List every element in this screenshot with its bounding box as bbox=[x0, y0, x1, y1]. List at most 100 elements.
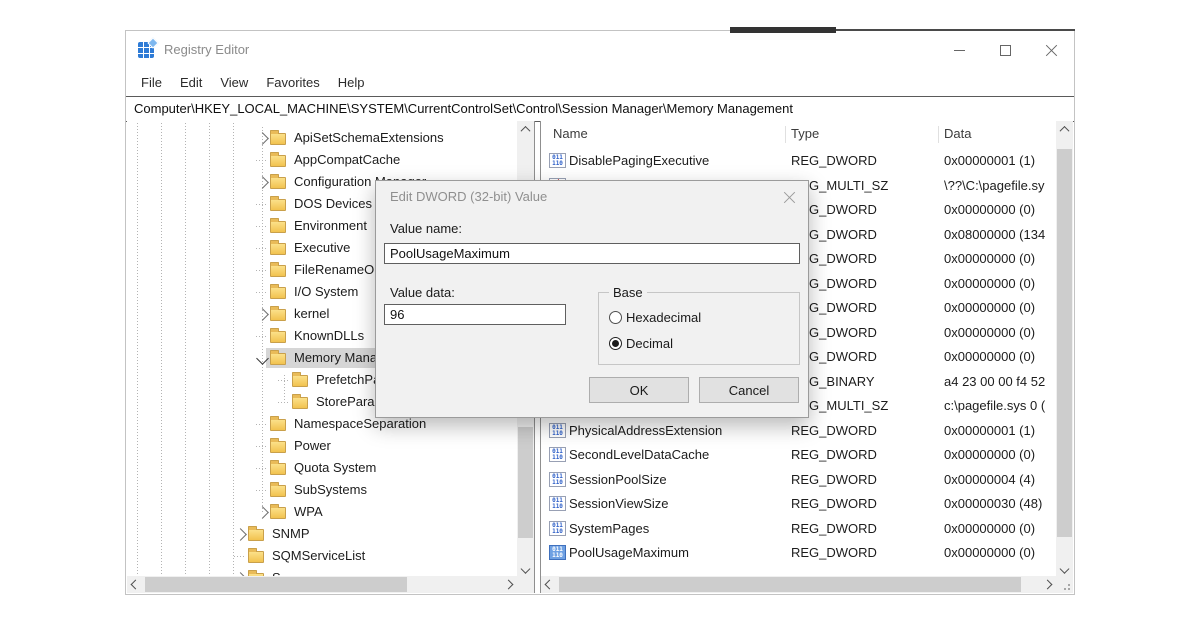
value-type: REG_DWORD bbox=[791, 345, 941, 369]
tree-item-wpa[interactable]: WPA bbox=[127, 501, 517, 523]
cancel-button[interactable]: Cancel bbox=[699, 377, 799, 403]
tree-hscroll-thumb[interactable] bbox=[145, 577, 407, 592]
value-row-sessionpoolsize[interactable]: 011110SessionPoolSizeREG_DWORD0x00000004… bbox=[541, 468, 1056, 492]
folder-icon bbox=[292, 397, 308, 409]
scroll-left-arrow-icon[interactable] bbox=[127, 576, 144, 593]
column-header-type[interactable]: Type bbox=[791, 123, 819, 145]
tree-connector-line bbox=[278, 380, 290, 381]
folder-icon bbox=[292, 375, 308, 387]
top-edge-artifact-blob bbox=[730, 27, 836, 33]
folder-icon bbox=[270, 419, 286, 431]
tree-vscroll-thumb[interactable] bbox=[518, 427, 533, 538]
tree-connector-line bbox=[256, 424, 268, 425]
list-scroll-corner bbox=[1056, 576, 1073, 593]
folder-icon bbox=[270, 309, 286, 321]
folder-icon bbox=[270, 485, 286, 497]
hexadecimal-radio-label[interactable]: Hexadecimal bbox=[626, 310, 701, 325]
value-row-poolusagemaximum[interactable]: 011110PoolUsageMaximumREG_DWORD0x0000000… bbox=[541, 541, 1056, 565]
tree-item-subsystems[interactable]: SubSystems bbox=[127, 479, 517, 501]
value-data-field[interactable] bbox=[384, 304, 566, 325]
list-header: Name Type Data bbox=[541, 123, 1056, 147]
column-header-name[interactable]: Name bbox=[553, 123, 588, 145]
tree-item-power[interactable]: Power bbox=[127, 435, 517, 457]
value-row-secondleveldatacache[interactable]: 011110SecondLevelDataCacheREG_DWORD0x000… bbox=[541, 443, 1056, 467]
value-row-sessionviewsize[interactable]: 011110SessionViewSizeREG_DWORD0x00000030… bbox=[541, 492, 1056, 516]
menu-help[interactable]: Help bbox=[329, 69, 374, 96]
menu-view[interactable]: View bbox=[211, 69, 257, 96]
dword-value-icon: 011110 bbox=[549, 153, 566, 168]
tree-item-label: Executive bbox=[294, 237, 350, 259]
value-data: 0x00000000 (0) bbox=[944, 541, 1056, 565]
dword-value-icon: 011110 bbox=[549, 545, 566, 560]
value-data: 0x00000001 (1) bbox=[944, 149, 1056, 173]
value-type: REG_DWORD bbox=[791, 541, 941, 565]
column-separator[interactable] bbox=[938, 126, 939, 143]
chevron-right-icon[interactable] bbox=[256, 132, 269, 145]
dword-value-icon: 011110 bbox=[549, 521, 566, 536]
chevron-right-icon[interactable] bbox=[256, 506, 269, 519]
hexadecimal-radio[interactable] bbox=[609, 311, 622, 324]
scroll-down-arrow-icon[interactable] bbox=[517, 559, 534, 576]
chevron-right-icon[interactable] bbox=[256, 176, 269, 189]
tree-item-label: SubSystems bbox=[294, 479, 367, 501]
resize-grip-icon[interactable] bbox=[1060, 580, 1070, 590]
maximize-button[interactable] bbox=[982, 31, 1028, 69]
chevron-right-icon[interactable] bbox=[234, 528, 247, 541]
base-group-label: Base bbox=[609, 285, 647, 300]
list-horizontal-scrollbar[interactable] bbox=[541, 576, 1056, 593]
dword-value-icon: 011110 bbox=[549, 496, 566, 511]
scroll-down-arrow-icon[interactable] bbox=[1056, 559, 1073, 576]
list-vertical-scrollbar[interactable] bbox=[1056, 121, 1073, 576]
address-bar[interactable]: Computer\HKEY_LOCAL_MACHINE\SYSTEM\Curre… bbox=[126, 96, 1074, 122]
dialog-title: Edit DWORD (32-bit) Value bbox=[390, 189, 547, 204]
value-data: 0x00000004 (4) bbox=[944, 468, 1056, 492]
minimize-button[interactable] bbox=[936, 31, 982, 69]
value-data: 0x00000000 (0) bbox=[944, 198, 1056, 222]
tree-horizontal-scrollbar[interactable] bbox=[127, 576, 517, 593]
value-row-systempages[interactable]: 011110SystemPagesREG_DWORD0x00000000 (0) bbox=[541, 517, 1056, 541]
value-name-field[interactable] bbox=[384, 243, 800, 264]
dialog-close-icon[interactable] bbox=[783, 191, 796, 204]
close-icon bbox=[1045, 44, 1058, 57]
scroll-left-arrow-icon[interactable] bbox=[541, 576, 558, 593]
menu-file[interactable]: File bbox=[132, 69, 171, 96]
scroll-right-arrow-icon[interactable] bbox=[1039, 576, 1056, 593]
menu-bar: File Edit View Favorites Help bbox=[126, 69, 1074, 96]
folder-icon bbox=[270, 331, 286, 343]
tree-item-s[interactable]: S bbox=[127, 567, 517, 576]
column-header-data[interactable]: Data bbox=[944, 123, 971, 145]
value-row-disablepagingexecutive[interactable]: 011110DisablePagingExecutiveREG_DWORD0x0… bbox=[541, 149, 1056, 173]
value-name: SessionPoolSize bbox=[569, 468, 787, 492]
ok-button[interactable]: OK bbox=[589, 377, 689, 403]
close-button[interactable] bbox=[1028, 31, 1074, 69]
tree-connector-line bbox=[278, 402, 290, 403]
list-hscroll-thumb[interactable] bbox=[559, 577, 1021, 592]
tree-item-sqmservicelist[interactable]: SQMServiceList bbox=[127, 545, 517, 567]
folder-icon bbox=[248, 551, 264, 563]
value-row-physicaladdressextension[interactable]: 011110PhysicalAddressExtensionREG_DWORD0… bbox=[541, 419, 1056, 443]
scroll-up-arrow-icon[interactable] bbox=[1056, 121, 1073, 138]
decimal-radio[interactable] bbox=[609, 337, 622, 350]
tree-item-apisetschemaextensions[interactable]: ApiSetSchemaExtensions bbox=[127, 127, 517, 149]
chevron-right-icon[interactable] bbox=[256, 308, 269, 321]
folder-icon bbox=[270, 353, 286, 365]
tree-item-appcompatcache[interactable]: AppCompatCache bbox=[127, 149, 517, 171]
decimal-radio-label[interactable]: Decimal bbox=[626, 336, 673, 351]
folder-icon bbox=[270, 155, 286, 167]
value-type: REG_DWORD bbox=[791, 223, 941, 247]
scroll-up-arrow-icon[interactable] bbox=[517, 121, 534, 138]
tree-item-label: S bbox=[272, 567, 281, 576]
menu-favorites[interactable]: Favorites bbox=[257, 69, 328, 96]
value-type: REG_BINARY bbox=[791, 370, 941, 394]
tree-item-quota-system[interactable]: Quota System bbox=[127, 457, 517, 479]
scroll-right-arrow-icon[interactable] bbox=[500, 576, 517, 593]
folder-icon bbox=[270, 265, 286, 277]
tree-item-label: kernel bbox=[294, 303, 329, 325]
tree-item-label: SNMP bbox=[272, 523, 310, 545]
column-separator[interactable] bbox=[785, 126, 786, 143]
value-type: REG_DWORD bbox=[791, 468, 941, 492]
list-vscroll-thumb[interactable] bbox=[1057, 149, 1072, 537]
tree-item-snmp[interactable]: SNMP bbox=[127, 523, 517, 545]
dword-value-icon: 011110 bbox=[549, 447, 566, 462]
menu-edit[interactable]: Edit bbox=[171, 69, 211, 96]
